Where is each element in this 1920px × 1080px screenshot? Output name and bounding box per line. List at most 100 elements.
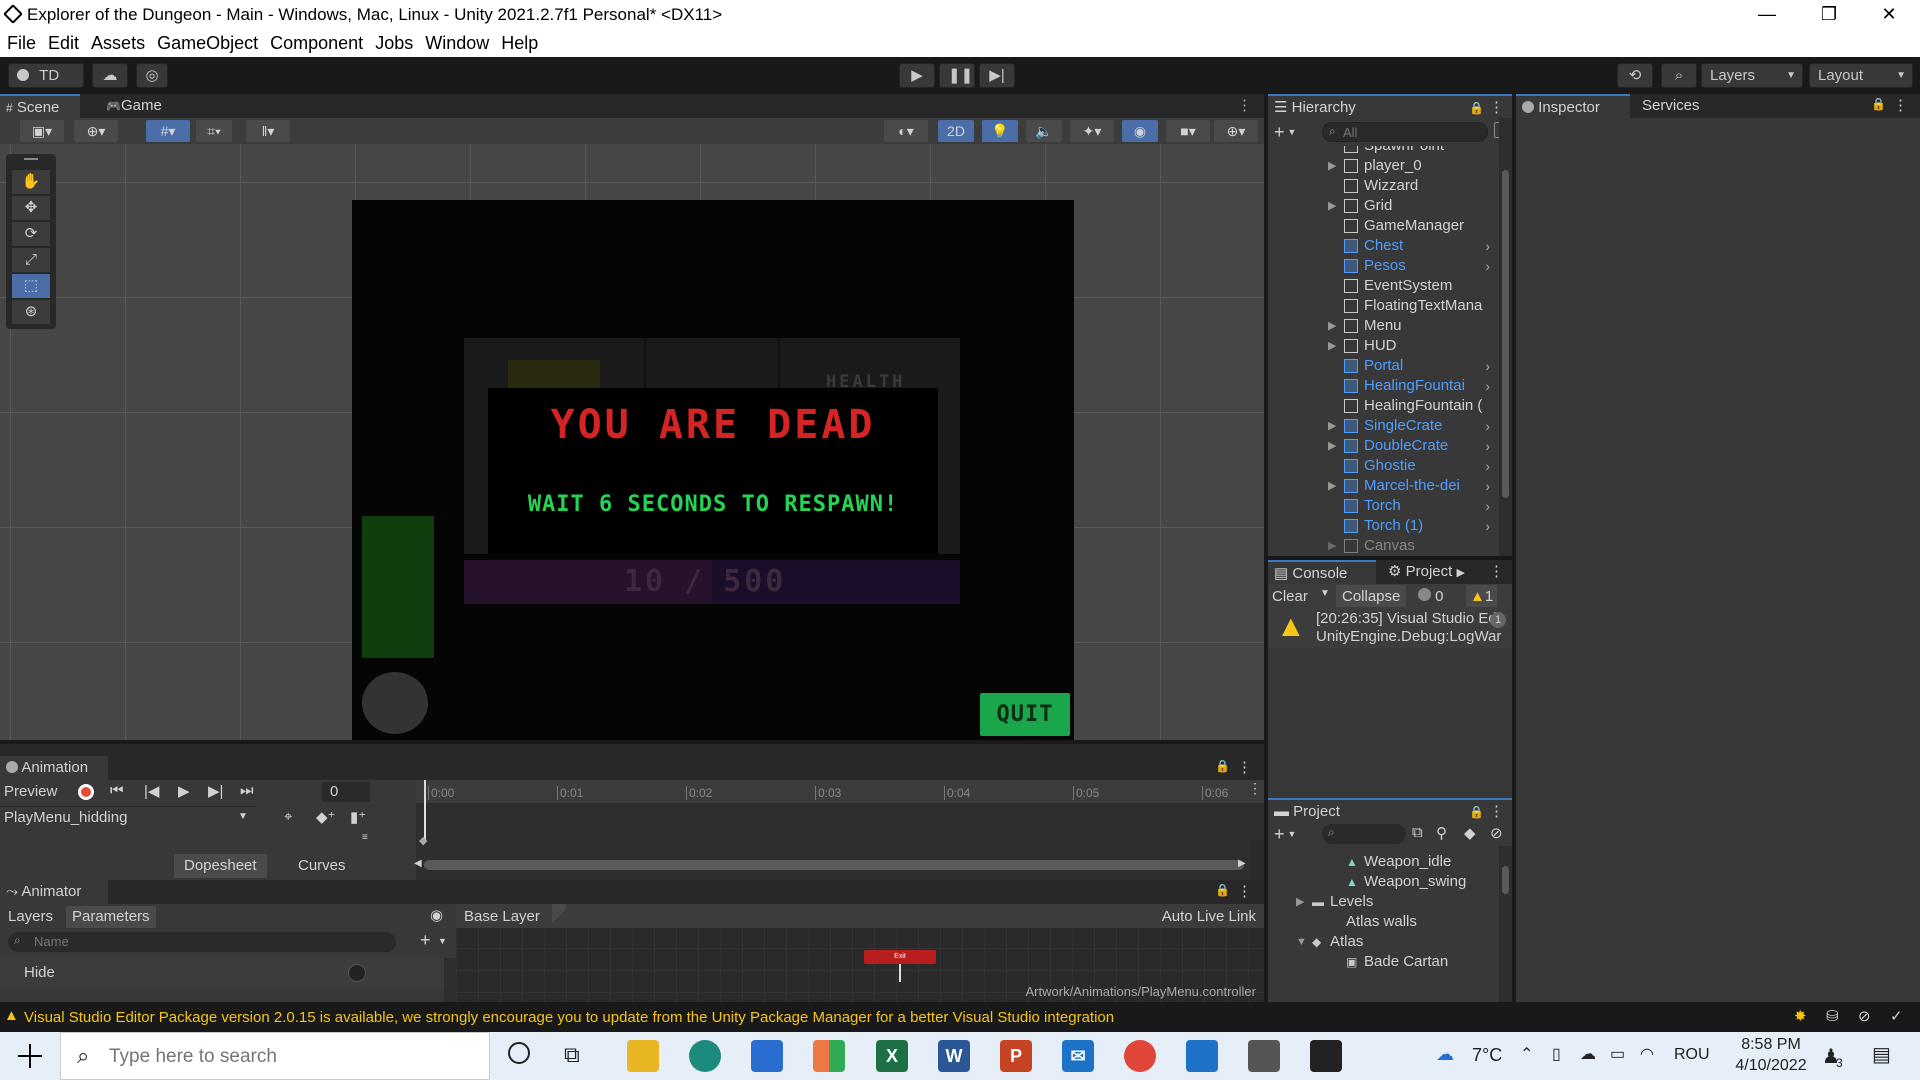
project-add-button[interactable]: + ▼ [1274, 824, 1296, 844]
weather-icon[interactable]: ☁ [1436, 1044, 1454, 1065]
joystick[interactable] [362, 672, 428, 734]
timeline-menu-icon[interactable]: ⋮ [1248, 780, 1262, 797]
menu-assets[interactable]: Assets [84, 31, 150, 54]
windows-start-icon[interactable] [18, 1044, 42, 1068]
warning-toggle[interactable]: ▲1 [1466, 585, 1498, 607]
timeline-scrollbar[interactable] [424, 860, 1244, 870]
step-button[interactable]: ▶| [979, 63, 1015, 88]
hierarchy-item[interactable]: Torch › [1268, 496, 1500, 516]
parameter-scrollbar[interactable] [444, 958, 456, 1002]
taskbar-search-input[interactable] [109, 1045, 469, 1069]
edge-icon[interactable] [689, 1040, 721, 1072]
global-button[interactable]: ⊕▾ [74, 120, 118, 142]
search-button[interactable]: ⌕ [1661, 63, 1697, 88]
last-key-button[interactable]: ⏭ [240, 782, 254, 799]
remote-desktop-icon[interactable] [1186, 1040, 1218, 1072]
temperature[interactable]: 7°C [1472, 1045, 1502, 1066]
transform-tool-button[interactable]: ⊛ [12, 300, 50, 324]
collapse-button[interactable]: Collapse [1336, 585, 1407, 607]
prefab-open-icon[interactable]: › [1485, 516, 1490, 536]
clock-time[interactable]: 8:58 PM [1726, 1036, 1816, 1054]
menu-gameobject[interactable]: GameObject [150, 31, 263, 54]
parameter-search-input[interactable] [34, 933, 384, 949]
hierarchy-search-input[interactable] [1343, 124, 1483, 140]
prefab-open-icon[interactable]: › [1485, 256, 1490, 276]
lock-icon[interactable]: 🔒 [1215, 759, 1230, 773]
minimize-button[interactable]: — [1744, 0, 1790, 31]
timeline[interactable]: 0:00 0:01 0:02 0:03 0:04 0:05 0:06 ◆ ◀ ▶ ⋮ [414, 780, 1264, 880]
eye-icon[interactable]: ◉ [430, 906, 443, 924]
word-icon[interactable]: W [938, 1040, 970, 1072]
base-layer-breadcrumb[interactable]: Base Layer [464, 908, 540, 925]
scrollbar-thumb[interactable] [1502, 170, 1509, 498]
record-button[interactable] [78, 784, 94, 800]
scroll-right-icon[interactable]: ▶ [1238, 858, 1246, 869]
play-anim-button[interactable]: ▶ [178, 782, 190, 800]
prefab-open-icon[interactable]: › [1485, 496, 1490, 516]
vertical-scrollbar[interactable] [1250, 840, 1264, 880]
expand-arrow-icon[interactable]: ▼ [1296, 932, 1307, 952]
notification-center-icon[interactable]: ▤ [1872, 1042, 1891, 1067]
panel-menu-icon[interactable]: ⋮ [1237, 882, 1252, 900]
menu-component[interactable]: Component [263, 31, 368, 54]
clear-options-icon[interactable]: ▼ [1320, 588, 1330, 599]
hierarchy-item[interactable]: FloatingTextMana [1268, 296, 1500, 316]
hierarchy-item[interactable]: ▶ SingleCrate › [1268, 416, 1500, 436]
effects-button[interactable]: ✦▾ [1070, 120, 1114, 142]
timeline-ruler[interactable]: 0:00 0:01 0:02 0:03 0:04 0:05 0:06 [416, 780, 1264, 804]
quit-button[interactable]: QUIT [980, 693, 1070, 736]
store-icon[interactable] [751, 1040, 783, 1072]
tab-project-bottom[interactable]: ▬ Project 🔒 ⋮ [1268, 798, 1512, 822]
snap-increment-button[interactable]: ⌗▾ [196, 120, 232, 142]
panel-menu-icon[interactable]: ⋮ [1893, 96, 1908, 114]
tab-animation[interactable]: Animation [0, 756, 108, 780]
hierarchy-scrollbar[interactable] [1499, 118, 1512, 556]
draw-mode-button[interactable]: ▣▾ [20, 120, 64, 142]
task-view-icon[interactable]: ⧉ [564, 1042, 580, 1068]
trigger-toggle[interactable] [348, 964, 366, 982]
camera-button[interactable]: ■▾ [1166, 120, 1210, 142]
visibility-button[interactable]: ◉ [1122, 120, 1158, 142]
chevron-up-icon[interactable]: ⌃ [1520, 1044, 1533, 1064]
menu-jobs[interactable]: Jobs [368, 31, 418, 54]
hierarchy-item[interactable]: GameManager [1268, 216, 1500, 236]
filter-type-icon[interactable]: ⧉ [1412, 824, 1423, 841]
hierarchy-item[interactable]: EventSystem [1268, 276, 1500, 296]
add-parameter-button[interactable]: + [420, 930, 431, 951]
panel-menu-icon[interactable]: ⋮ [1489, 96, 1504, 120]
tab-game[interactable]: 🎮Game [100, 94, 180, 118]
hierarchy-item[interactable]: ▶ player_0 [1268, 156, 1500, 176]
mail-icon[interactable]: ✉ [1062, 1040, 1094, 1072]
collab-button[interactable]: ◎ [136, 63, 168, 88]
scale-tool-button[interactable]: ⤢ [12, 248, 50, 272]
preview-toggle[interactable]: Preview [4, 783, 57, 800]
lock-icon[interactable]: 🔒 [1469, 96, 1484, 120]
panel-menu-icon[interactable]: ⋮ [1489, 800, 1504, 824]
error-toggle[interactable]: 0 [1418, 588, 1444, 605]
parameter-row[interactable]: Hide [0, 958, 446, 988]
animator-graph[interactable]: Base Layer Auto Live Link Exit Artwork/A… [456, 904, 1264, 1002]
add-object-button[interactable]: + ▼ [1274, 122, 1296, 142]
hierarchy-item[interactable]: HealingFountai › [1268, 376, 1500, 396]
prev-key-button[interactable]: |◀ [144, 782, 159, 800]
history-button[interactable]: ⟲ [1617, 63, 1653, 88]
network-error-icon[interactable]: ☁ [1580, 1044, 1596, 1064]
rotate-tool-button[interactable]: ⟳ [12, 222, 50, 246]
status-message[interactable]: Visual Studio Editor Package version 2.0… [24, 1009, 1114, 1026]
taskbar-search[interactable]: ⌕ [60, 1032, 490, 1080]
lighting-button[interactable]: 💡 [982, 120, 1018, 142]
panel-menu-icon[interactable]: ⋮ [1237, 96, 1252, 114]
lock-icon[interactable]: 🔒 [1215, 883, 1230, 897]
auto-generate-icon[interactable]: ⊘ [1858, 1007, 1871, 1025]
auto-live-link-toggle[interactable]: Auto Live Link [1162, 908, 1256, 925]
ruler-button[interactable]: ‖▾ [246, 120, 290, 142]
close-button[interactable]: ✕ [1866, 0, 1912, 31]
tab-scene[interactable]: # Scene [0, 94, 80, 118]
console-entry[interactable]: ▲ [20:26:35] Visual Studio Ed UnityEngin… [1268, 608, 1512, 648]
parameter-search[interactable]: ⌕ [8, 932, 396, 952]
account-dropdown[interactable]: TD ▼ [8, 63, 84, 106]
hierarchy-item[interactable]: Ghostie › [1268, 456, 1500, 476]
battery-icon[interactable]: ▭ [1610, 1044, 1625, 1064]
hierarchy-search[interactable]: ⌕ [1322, 122, 1488, 142]
mode-2d-button[interactable]: 2D [938, 120, 974, 142]
